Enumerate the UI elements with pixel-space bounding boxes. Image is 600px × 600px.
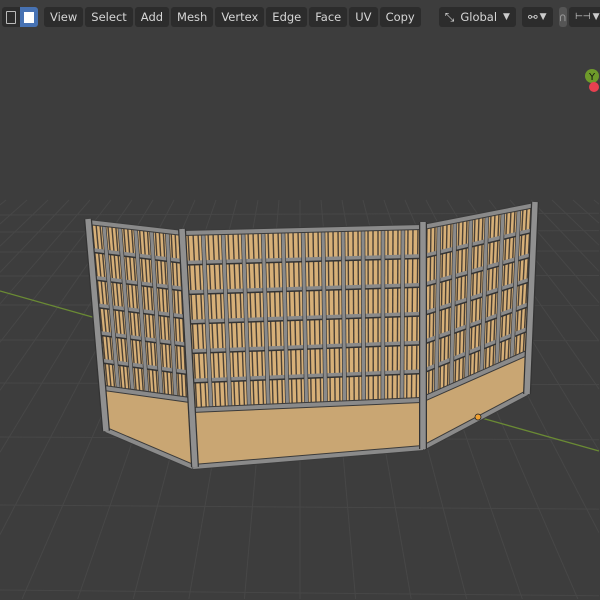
vertical-bar bbox=[361, 228, 366, 403]
menu-select[interactable]: Select bbox=[85, 7, 133, 27]
vertical-bar bbox=[341, 228, 347, 404]
gizmo-x-axis[interactable] bbox=[589, 82, 599, 92]
transform-orientation-dropdown[interactable]: ⤡ Global ▼ bbox=[438, 7, 516, 27]
vertical-bar bbox=[400, 227, 405, 401]
orientation-icon: ⤡ bbox=[444, 10, 455, 24]
mode-toggle-solid[interactable] bbox=[20, 7, 38, 27]
grid-line bbox=[0, 199, 49, 247]
grid-line bbox=[572, 199, 600, 224]
navigation-gizmo[interactable]: Y bbox=[585, 69, 599, 92]
fence-mesh[interactable] bbox=[84, 201, 539, 470]
menu-add[interactable]: Add bbox=[134, 7, 170, 27]
viewport-header: View Select Add Mesh Vertex Edge Face UV… bbox=[0, 6, 600, 28]
snap-increment-icon: ⊢⊣ bbox=[574, 12, 591, 22]
menu-uv[interactable]: UV bbox=[349, 7, 378, 27]
menu-vertex[interactable]: Vertex bbox=[215, 7, 265, 27]
gizmo-y-label: Y bbox=[588, 72, 596, 83]
box-icon bbox=[24, 11, 34, 23]
xray-icon bbox=[6, 10, 16, 24]
y-axis-line bbox=[477, 416, 600, 452]
snap-toggle[interactable]: ∩ bbox=[558, 7, 567, 27]
link-icon: ⚯ bbox=[527, 10, 538, 24]
select-mode-group bbox=[2, 7, 38, 27]
menu-face[interactable]: Face bbox=[309, 7, 348, 27]
grid-line bbox=[0, 199, 7, 206]
menu-view[interactable]: View bbox=[44, 7, 84, 27]
menu-bar: View Select Add Mesh Vertex Edge Face UV… bbox=[44, 7, 423, 27]
magnet-icon: ∩ bbox=[558, 10, 567, 24]
grid-line bbox=[593, 199, 600, 205]
fence-panel bbox=[419, 202, 536, 451]
grid-line bbox=[551, 199, 600, 246]
3d-viewport[interactable]: Y bbox=[0, 0, 600, 600]
grid-line bbox=[0, 199, 28, 225]
pivot-point-dropdown[interactable]: ⚯ ▼ bbox=[521, 7, 553, 27]
fence-panel bbox=[182, 224, 424, 470]
chevron-down-icon: ▼ bbox=[503, 12, 510, 22]
menu-mesh[interactable]: Mesh bbox=[171, 7, 214, 27]
mode-toggle-xray[interactable] bbox=[2, 7, 20, 27]
menu-copy[interactable]: Copy bbox=[379, 7, 421, 27]
orientation-value: Global bbox=[460, 10, 498, 24]
chevron-down-icon: ▼ bbox=[592, 12, 600, 22]
snap-target-dropdown[interactable]: ⊢⊣ ▼ bbox=[568, 7, 600, 27]
menu-edge[interactable]: Edge bbox=[266, 7, 308, 27]
chevron-down-icon: ▼ bbox=[539, 12, 547, 22]
selected-vertex[interactable] bbox=[474, 413, 482, 421]
